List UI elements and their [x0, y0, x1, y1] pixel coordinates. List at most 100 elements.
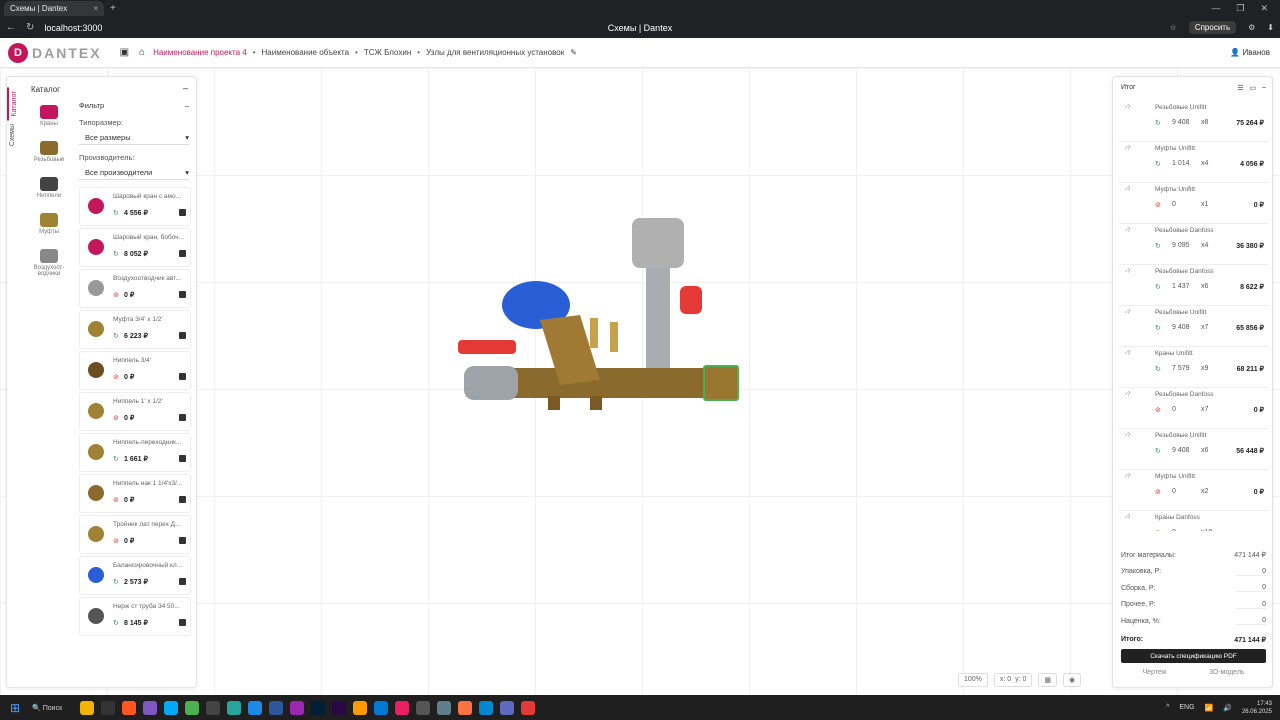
save-icon[interactable]: ▣: [120, 47, 129, 58]
tab-catalog[interactable]: Каталог: [7, 87, 20, 121]
category-item[interactable]: Воздухоот-водчики: [29, 249, 69, 277]
category-item[interactable]: Ниппели: [29, 177, 69, 199]
taskbar-app-icon[interactable]: [101, 700, 116, 715]
maximize-icon[interactable]: ❐: [1236, 3, 1244, 14]
product-card[interactable]: Ниппель нак 1 1/4'x3/... ⊘ 0 ₽: [79, 474, 191, 513]
category-item[interactable]: Краны: [29, 105, 69, 127]
add-to-cart-icon[interactable]: [179, 496, 186, 503]
product-card[interactable]: Нерж ст труба 34 50... ↻ 8 145 ₽: [79, 597, 191, 636]
taskbar-search[interactable]: 🔍 Поиск: [32, 704, 62, 712]
summary-row[interactable]: ▫? Муфты Unifitt ⊘ 0 x1 0 ₽: [1119, 183, 1268, 224]
taskbar-app-icon[interactable]: [374, 700, 389, 715]
zoom-indicator[interactable]: 100%: [958, 673, 988, 687]
breadcrumb-node[interactable]: Узлы для вентиляционных установок: [426, 48, 564, 57]
taskbar-app-icon[interactable]: [143, 700, 158, 715]
new-tab-icon[interactable]: +: [110, 3, 116, 14]
volume-icon[interactable]: 🔊: [1223, 704, 1232, 712]
maker-select[interactable]: Все производители ▾: [79, 166, 189, 180]
filter-collapse-icon[interactable]: –: [185, 101, 189, 110]
windows-start-icon[interactable]: ⊞: [10, 701, 20, 715]
taskbar-app-icon[interactable]: [311, 700, 326, 715]
add-to-cart-icon[interactable]: [179, 414, 186, 421]
summary-row[interactable]: ▫? Резьбовые Unifitt ↻ 9 408 x8 75 264 ₽: [1119, 101, 1268, 142]
close-window-icon[interactable]: ✕: [1260, 3, 1268, 14]
taskbar-app-icon[interactable]: [269, 700, 284, 715]
taskbar-app-icon[interactable]: [416, 700, 431, 715]
breadcrumb-project[interactable]: Наименование проекта 4: [153, 48, 247, 57]
wifi-icon[interactable]: 📶: [1205, 704, 1214, 712]
ask-button[interactable]: Спросить: [1188, 21, 1237, 34]
tab-schemes[interactable]: Схемы: [7, 120, 18, 150]
taskbar-app-icon[interactable]: [437, 700, 452, 715]
reload-icon[interactable]: ↻: [26, 22, 34, 33]
back-icon[interactable]: ←: [6, 22, 16, 33]
product-card[interactable]: Ниппель-переходник... ↻ 1 661 ₽: [79, 433, 191, 472]
taskbar-app-icon[interactable]: [458, 700, 473, 715]
add-to-cart-icon[interactable]: [179, 537, 186, 544]
download-icon[interactable]: ⬇: [1267, 23, 1274, 32]
view-3d-tab[interactable]: 3D-модель: [1209, 669, 1244, 676]
summary-row[interactable]: ▫? Муфты Unifitt ↻ 1 014 x4 4 056 ₽: [1119, 142, 1268, 183]
product-card[interactable]: Ниппель 3/4' ⊘ 0 ₽: [79, 351, 191, 390]
product-card[interactable]: Шаровый кран с амо... ↻ 4 556 ₽: [79, 187, 191, 226]
summary-row[interactable]: ▫? Краны Unifitt ↻ 7 579 x9 68 211 ₽: [1119, 347, 1268, 388]
add-to-cart-icon[interactable]: [179, 373, 186, 380]
assembly-input[interactable]: 0: [1236, 584, 1266, 593]
camera-icon[interactable]: ◉: [1063, 673, 1082, 687]
product-card[interactable]: Балансировочный кл... ↻ 2 573 ₽: [79, 556, 191, 595]
size-select[interactable]: Все размеры ▾: [79, 131, 189, 145]
taskbar-app-icon[interactable]: [290, 700, 305, 715]
product-card[interactable]: Муфта 3/4' x 1/2' ↻ 6 223 ₽: [79, 310, 191, 349]
packing-input[interactable]: 0: [1236, 568, 1266, 576]
category-item[interactable]: Резьбовые: [29, 141, 69, 163]
taskbar-app-icon[interactable]: [164, 700, 179, 715]
view-drawing-tab[interactable]: Чертеж: [1142, 669, 1166, 676]
user-menu[interactable]: 👤 Иванов: [1230, 48, 1270, 57]
taskbar-app-icon[interactable]: [248, 700, 263, 715]
taskbar-app-icon[interactable]: [353, 700, 368, 715]
grid-toggle-icon[interactable]: ▦: [1038, 673, 1058, 687]
markup-input[interactable]: 0: [1236, 617, 1266, 626]
add-to-cart-icon[interactable]: [179, 332, 186, 339]
clock[interactable]: 17:43 26.06.2025: [1242, 700, 1272, 716]
product-card[interactable]: Тройник лат перех Д... ⊘ 0 ₽: [79, 515, 191, 554]
add-to-cart-icon[interactable]: [179, 619, 186, 626]
edit-pencil-icon[interactable]: ✎: [570, 48, 577, 57]
taskbar-app-icon[interactable]: [521, 700, 536, 715]
add-to-cart-icon[interactable]: [179, 291, 186, 298]
browser-tab[interactable]: Схемы | Dantex ×: [4, 1, 104, 16]
summary-row[interactable]: ▫? Резьбовые Danfoss ⊘ 0 x7 0 ₽: [1119, 388, 1268, 429]
list-view-icon[interactable]: ☰: [1237, 84, 1243, 92]
taskbar-app-icon[interactable]: [395, 700, 410, 715]
extensions-icon[interactable]: ⚙: [1248, 23, 1255, 32]
product-card[interactable]: Шаровый кран, бобоч... ↻ 8 052 ₽: [79, 228, 191, 267]
lang-indicator[interactable]: ENG: [1179, 704, 1194, 711]
dantex-logo[interactable]: D DANTEX: [8, 42, 102, 63]
category-item[interactable]: Муфты: [29, 213, 69, 235]
grid-view-icon[interactable]: ▭: [1249, 84, 1256, 92]
address-bar[interactable]: localhost:3000: [44, 23, 102, 33]
summary-row[interactable]: ▫? Резьбовые Danfoss ↻ 9 095 x4 36 380 ₽: [1119, 224, 1268, 265]
summary-row[interactable]: ▫? Резьбовые Danfoss ↻ 1 437 x6 8 622 ₽: [1119, 265, 1268, 306]
summary-row[interactable]: ▫? Резьбовые Unifitt ↻ 9 408 x6 56 448 ₽: [1119, 429, 1268, 470]
add-to-cart-icon[interactable]: [179, 250, 186, 257]
collapse-icon[interactable]: –: [183, 83, 188, 93]
add-to-cart-icon[interactable]: [179, 455, 186, 462]
tray-chevron-icon[interactable]: ^: [1166, 704, 1169, 711]
taskbar-app-icon[interactable]: [206, 700, 221, 715]
summary-row[interactable]: ▫? Резьбовые Unifitt ↻ 9 408 x7 65 856 ₽: [1119, 306, 1268, 347]
taskbar-app-icon[interactable]: [80, 700, 95, 715]
taskbar-app-icon[interactable]: [122, 700, 137, 715]
home-icon[interactable]: ⌂: [139, 47, 145, 58]
breadcrumb-building[interactable]: ТСЖ Блохин: [364, 48, 411, 57]
minimize-icon[interactable]: —: [1211, 3, 1220, 14]
taskbar-app-icon[interactable]: [227, 700, 242, 715]
taskbar-app-icon[interactable]: [500, 700, 515, 715]
product-card[interactable]: Ниппель 1' x 1/2' ⊘ 0 ₽: [79, 392, 191, 431]
breadcrumb-object[interactable]: Наименование объекта: [262, 48, 350, 57]
summary-row[interactable]: ▫? Краны Danfoss ⊘ 0 x10: [1119, 511, 1268, 531]
add-to-cart-icon[interactable]: [179, 578, 186, 585]
bookmark-icon[interactable]: ☆: [1170, 23, 1177, 32]
summary-row[interactable]: ▫? Муфты Unifitt ⊘ 0 x2 0 ₽: [1119, 470, 1268, 511]
other-input[interactable]: 0: [1236, 601, 1266, 609]
